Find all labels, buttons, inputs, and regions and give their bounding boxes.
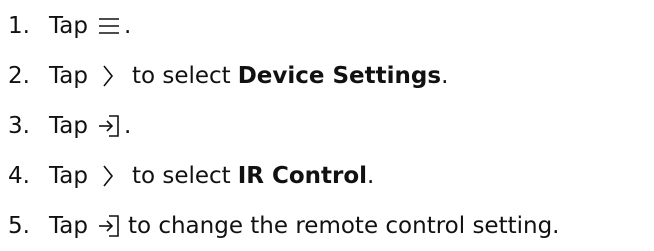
step-end-punctuation: . xyxy=(441,63,449,89)
tap-word: Tap xyxy=(49,163,88,189)
step-middle-text: to select xyxy=(131,63,231,89)
step-end-punctuation: . xyxy=(367,163,375,189)
step-middle-text: to select xyxy=(131,163,231,189)
step-text: Tap . xyxy=(49,111,131,141)
instruction-steps: 1 Tap . 2 Tap to select De xyxy=(0,0,654,251)
step-number: 3 xyxy=(8,113,44,139)
tap-word: Tap xyxy=(49,63,88,89)
chevron-right-icon xyxy=(98,161,118,191)
step-3: 3 Tap . xyxy=(0,104,131,148)
step-1: 1 Tap . xyxy=(0,4,131,48)
menu-item-device-settings: Device Settings xyxy=(237,63,442,89)
step-number: 2 xyxy=(8,63,44,89)
step-4: 4 Tap to select IR Control . xyxy=(0,154,374,198)
step-text: Tap . xyxy=(49,11,131,41)
step-text: Tap to change the remote control setting… xyxy=(49,211,560,241)
step-number: 1 xyxy=(8,13,44,39)
tap-word: Tap xyxy=(49,13,88,39)
step-number: 5 xyxy=(8,213,44,239)
tap-word: Tap xyxy=(49,113,88,139)
step-trailing-text: . xyxy=(123,13,132,39)
step-text: Tap to select IR Control . xyxy=(49,161,374,191)
step-2: 2 Tap to select Device Settings . xyxy=(0,54,448,98)
step-trailing-text: . xyxy=(123,113,132,139)
menu-icon xyxy=(96,11,122,41)
enter-icon xyxy=(96,111,122,141)
step-5: 5 Tap to change the remote control setti… xyxy=(0,204,560,248)
step-text: Tap to select Device Settings . xyxy=(49,61,448,91)
enter-icon xyxy=(96,211,122,241)
menu-item-ir-control: IR Control xyxy=(237,163,368,189)
step-trailing-text: to change the remote control setting. xyxy=(127,213,560,239)
chevron-right-icon xyxy=(98,61,118,91)
tap-word: Tap xyxy=(49,213,88,239)
step-number: 4 xyxy=(8,163,44,189)
